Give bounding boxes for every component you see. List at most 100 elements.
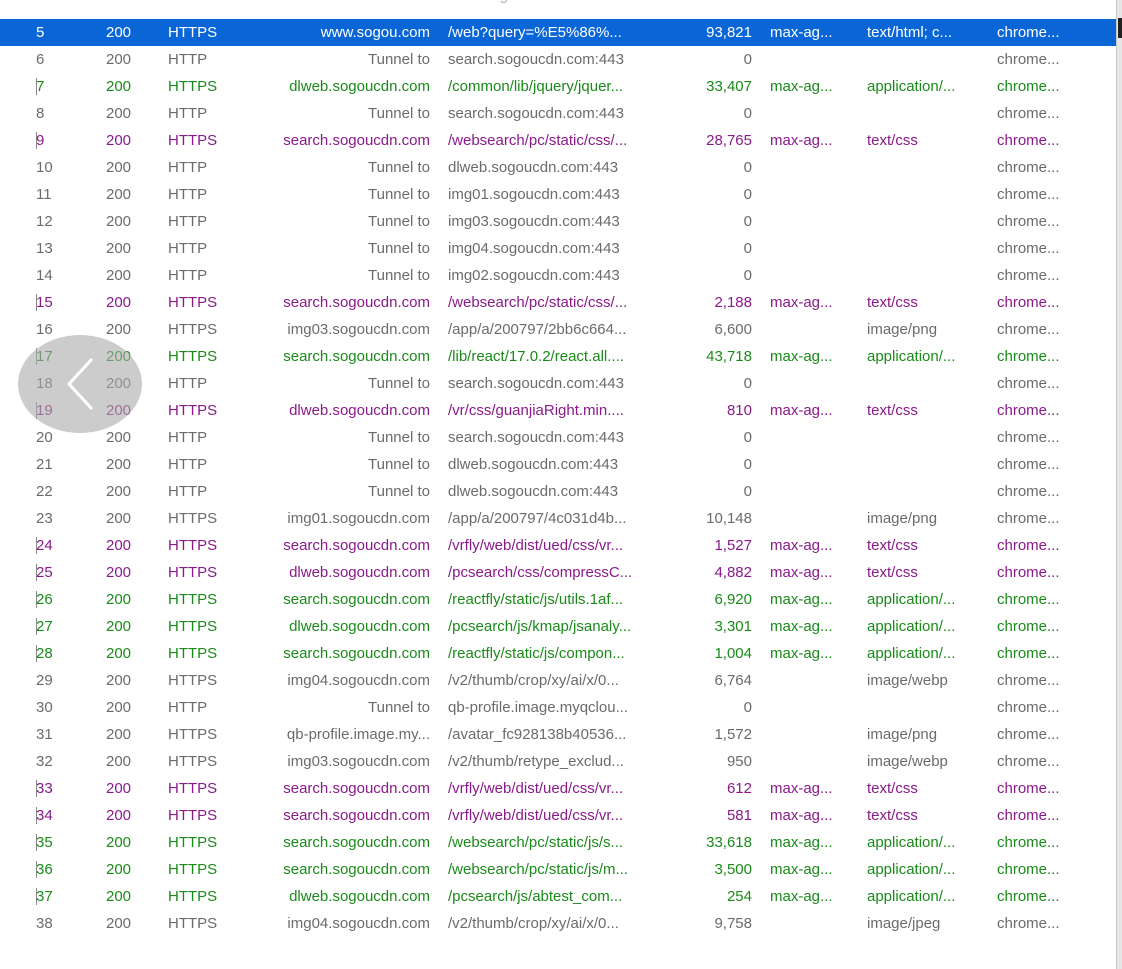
table-row[interactable]: 8 200 HTTP Tunnel to search.sogoucdn.com:443… [0, 100, 1116, 127]
row-protocol: HTTPS [168, 321, 218, 338]
row-body: 0 [743, 213, 752, 230]
row-process: chrome... [997, 483, 1060, 500]
row-caching [770, 235, 862, 262]
table-row[interactable]: 18200HTTPTunnel tosearch.sogoucdn.com:44… [0, 370, 1116, 397]
vertical-scrollbar[interactable] [1116, 0, 1122, 969]
row-result: 200 [106, 294, 132, 311]
row-caching: max-ag... [770, 24, 833, 41]
row-url: search.sogoucdn.com:443 [448, 375, 624, 392]
row-result: 200 [106, 888, 132, 905]
row-protocol: HTTPS [168, 726, 218, 743]
table-row[interactable]: 5 200 HTTPS www.sogou.com/web?query=%E5%86%… [0, 19, 1116, 46]
row-process: chrome... [997, 24, 1060, 41]
row-body: 4,882 [714, 564, 752, 581]
row-body: 0 [743, 159, 752, 176]
row-result: 200 [106, 591, 132, 608]
table-row[interactable]: 25 200 HTTPS dlweb.sogoucdn.com/pcsearch/cs… [0, 559, 1116, 586]
table-row[interactable]: 19200HTTPSdlweb.sogoucdn.com/vr/css/guan… [0, 397, 1116, 424]
table-row[interactable]: 7 200 HTTPS dlweb.sogoucdn.com/common/lib/j… [0, 73, 1116, 100]
row-caching: max-ag... [770, 780, 833, 797]
table-row[interactable]: 22 200 HTTP Tunnel to dlweb.sogoucdn.com:443… [0, 478, 1116, 505]
row-host: Tunnel to [368, 267, 430, 284]
row-caching [770, 451, 862, 478]
row-process: chrome... [997, 564, 1060, 581]
table-row[interactable]: 36 200 HTTPS search.sogoucdn.com/websearch/… [0, 856, 1116, 883]
row-caching: max-ag... [770, 834, 833, 851]
row-number: 38 [36, 915, 53, 932]
table-row[interactable]: 14 200 HTTP Tunnel to img02.sogoucdn.com:443… [0, 262, 1116, 289]
table-row[interactable]: 11 200 HTTP Tunnel to img01.sogoucdn.com:443… [0, 181, 1116, 208]
table-row[interactable]: 37 200 HTTPS dlweb.sogoucdn.com/pcsearch/js… [0, 883, 1116, 910]
row-url: img04.sogoucdn.com:443 [448, 240, 620, 257]
row-protocol: HTTPS [168, 807, 218, 824]
row-caching [770, 100, 862, 127]
row-body: 33,618 [706, 834, 752, 851]
row-protocol: HTTPS [168, 294, 218, 311]
row-process: chrome... [997, 51, 1060, 68]
table-row[interactable]: 24 200 HTTPS search.sogoucdn.com/vrfly/web/… [0, 532, 1116, 559]
row-host: img04.sogoucdn.com [287, 915, 430, 932]
table-row[interactable]: 15 200 HTTPS search.sogoucdn.com/websearch/… [0, 289, 1116, 316]
row-content-type [867, 154, 991, 181]
row-host: qb-profile.image.my... [286, 726, 430, 743]
row-body: 1,572 [714, 726, 752, 743]
table-row[interactable]: 31 200 HTTPS qb-profile.image.my... /avatar_… [0, 721, 1116, 748]
row-result: 200 [106, 267, 132, 284]
row-caching [770, 262, 862, 289]
row-process: chrome... [997, 699, 1060, 716]
row-protocol: HTTPS [168, 402, 218, 419]
row-content-type: image/webp [867, 672, 948, 689]
table-row[interactable]: 32 200 HTTPS img03.sogoucdn.com/v2/thumb/re… [0, 748, 1116, 775]
row-body: 0 [743, 105, 752, 122]
row-url: /pcsearch/js/abtest_com... [448, 888, 623, 905]
row-caching [770, 748, 862, 775]
table-row[interactable]: 13 200 HTTP Tunnel to img04.sogoucdn.com:443… [0, 235, 1116, 262]
row-caching [770, 316, 862, 343]
session-list[interactable]: 200 HTTP Tunnel to www.sogou.com:443 chr… [0, 0, 1116, 969]
table-row[interactable]: 6 200 HTTP Tunnel to search.sogoucdn.com:443… [0, 46, 1116, 73]
row-caching [770, 505, 862, 532]
row-host: Tunnel to [368, 483, 430, 500]
table-row[interactable]: 29 200 HTTPS img04.sogoucdn.com/v2/thumb/cr… [0, 667, 1116, 694]
table-row[interactable]: 26 200 HTTPS search.sogoucdn.com/reactfly/s… [0, 586, 1116, 613]
row-process: chrome... [997, 105, 1060, 122]
row-number: 14 [36, 267, 53, 284]
table-row[interactable]: 27 200 HTTPS dlweb.sogoucdn.com/pcsearch/js… [0, 613, 1116, 640]
table-row[interactable]: 23 200 HTTPS img01.sogoucdn.com/app/a/20079… [0, 505, 1116, 532]
row-content-type: text/css [867, 132, 918, 149]
row-process: chrome... [997, 537, 1060, 554]
row-host: dlweb.sogoucdn.com [289, 78, 430, 95]
table-row[interactable]: 10 200 HTTP Tunnel to dlweb.sogoucdn.com:443… [0, 154, 1116, 181]
row-result: 200 [106, 159, 132, 176]
row-caching: max-ag... [770, 564, 833, 581]
table-row[interactable]: 20 200 HTTP Tunnel to search.sogoucdn.com:44… [0, 424, 1116, 451]
back-button[interactable] [18, 335, 142, 433]
table-row[interactable]: 33 200 HTTPS search.sogoucdn.com/vrfly/web/… [0, 775, 1116, 802]
row-url: /lib/react/17.0.2/react.all.... [448, 348, 624, 365]
table-row[interactable]: 28 200 HTTPS search.sogoucdn.com/reactfly/s… [0, 640, 1116, 667]
row-url: /websearch/pc/static/css/... [448, 132, 628, 149]
row-protocol: HTTP [168, 105, 208, 122]
row-body: 2,188 [714, 294, 752, 311]
table-row[interactable]: 9 200 HTTPS search.sogoucdn.com/websearch/p… [0, 127, 1116, 154]
row-caching: max-ag... [770, 537, 833, 554]
table-row[interactable]: 16 200 HTTPS img03.sogoucdn.com/app/a/20079… [0, 316, 1116, 343]
row-host: search.sogoucdn.com [283, 834, 430, 851]
row-result: 200 [106, 645, 132, 662]
row-process: chrome... [997, 618, 1060, 635]
table-row[interactable]: 35 200 HTTPS search.sogoucdn.com/websearch/… [0, 829, 1116, 856]
row-caching [770, 478, 862, 505]
table-row[interactable]: 38 200 HTTPS img04.sogoucdn.com/v2/thumb/cr… [0, 910, 1116, 937]
row-caching [770, 910, 862, 937]
table-row[interactable]: 12 200 HTTP Tunnel to img03.sogoucdn.com:443… [0, 208, 1116, 235]
table-row[interactable]: 21 200 HTTP Tunnel to dlweb.sogoucdn.com:443… [0, 451, 1116, 478]
table-row[interactable]: 17200HTTPSsearch.sogoucdn.com/lib/react/… [0, 343, 1116, 370]
row-protocol: HTTP [168, 699, 208, 716]
table-row[interactable]: 30 200 HTTP Tunnel to qb-profile.image.myqcl… [0, 694, 1116, 721]
row-result: 200 [106, 321, 132, 338]
row-number: 5 [36, 24, 45, 41]
scrollbar-thumb[interactable] [1118, 18, 1122, 38]
row-result: 200 [106, 510, 132, 527]
row-host: dlweb.sogoucdn.com [289, 402, 430, 419]
table-row[interactable]: 34 200 HTTPS search.sogoucdn.com/vrfly/web/… [0, 802, 1116, 829]
